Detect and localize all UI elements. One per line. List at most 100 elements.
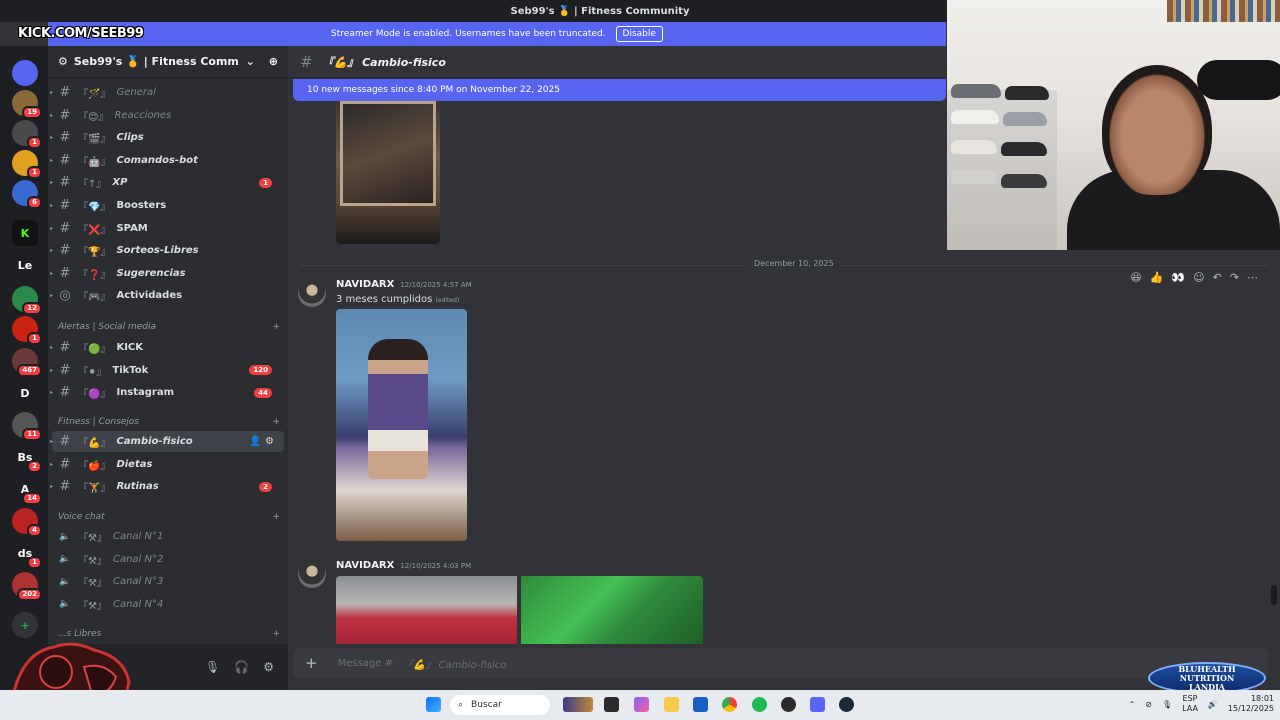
language-indicator[interactable]: ESP LAA — [1182, 694, 1198, 714]
channel-tiktok[interactable]: ▸ # 『⚫』 TikTok 120 — [50, 360, 284, 381]
spotify-icon[interactable] — [752, 697, 767, 712]
discord-home-icon[interactable] — [12, 60, 38, 86]
channel-label: Canal N°2 — [112, 553, 164, 565]
server-icon[interactable]: Bs 2 — [12, 444, 42, 473]
thumbs-up-icon[interactable]: 👍 — [1150, 271, 1164, 284]
microphone-tray-icon[interactable]: 🎙 — [1162, 700, 1172, 709]
file-explorer-icon[interactable] — [664, 697, 679, 712]
microphone-icon[interactable]: 🎙 — [205, 660, 220, 674]
channel-boosters[interactable]: ▸ # 『💎』 Boosters — [50, 195, 284, 216]
channel-settings-icon[interactable]: 👤 ⚙ — [249, 436, 274, 447]
channel-reacciones[interactable]: ▸ # 『😊』 Reacciones — [50, 105, 284, 126]
disable-button[interactable]: Disable — [615, 26, 663, 42]
channel-general[interactable]: ▸ # 『🪄』 General — [50, 82, 284, 103]
channel-actividades[interactable]: ▸ ◎ 『🎮』 Actividades — [50, 285, 284, 306]
server-icon[interactable]: 6 — [12, 180, 42, 209]
message-image-attachment[interactable] — [336, 576, 517, 644]
channel-label: Canal N°3 — [112, 576, 164, 588]
task-view-icon[interactable] — [604, 697, 619, 712]
eyes-icon[interactable]: 👀 — [1171, 271, 1185, 284]
server-icon[interactable]: 467 — [12, 348, 42, 377]
volume-icon[interactable]: 🔊 — [1208, 700, 1218, 709]
more-options-icon[interactable]: ⋯ — [1247, 271, 1258, 284]
channel-label: Boosters — [116, 200, 167, 211]
server-icon[interactable]: 11 — [12, 412, 42, 441]
expand-arrow-icon: ▸ — [50, 460, 54, 468]
server-icon[interactable]: 4 — [12, 508, 42, 537]
channel-comandos-bot[interactable]: ▸ # 『🤖』 Comandos-bot — [50, 150, 284, 171]
server-icon[interactable]: 19 — [12, 90, 42, 119]
chevron-up-icon[interactable]: ⌃ — [1129, 700, 1136, 709]
add-reaction-icon[interactable]: ☺ — [1193, 271, 1204, 284]
channel-category[interactable]: Fitness | Consejos + — [58, 417, 280, 427]
kick-server-icon[interactable]: K — [12, 220, 38, 246]
add-channel-icon[interactable]: + — [272, 417, 280, 427]
obs-icon[interactable] — [781, 697, 796, 712]
headphones-icon[interactable]: 🎧 — [234, 660, 249, 674]
channel-category[interactable]: Voice chat + — [58, 512, 280, 522]
channel-sugerencias[interactable]: ▸ # 『❓』 Sugerencias — [50, 263, 284, 284]
clock[interactable]: 18:01 15/12/2025 — [1228, 694, 1274, 714]
taskbar-widget-icon[interactable] — [563, 697, 593, 712]
voice-channel[interactable]: 🔈 『⚒』 Canal N°2 — [52, 549, 284, 570]
message-image-attachment[interactable] — [336, 101, 440, 244]
server-header[interactable]: ⚙ Seb99's 🥇 | Fitness Comm... ⌄ ⊕ — [48, 46, 288, 78]
channel-clips[interactable]: ▸ # 『🎬』 Clips — [50, 127, 284, 148]
avatar[interactable] — [298, 279, 326, 307]
add-channel-icon[interactable]: + — [272, 322, 280, 332]
voice-channel[interactable]: 🔈 『⚒』 Canal N°4 — [52, 594, 284, 615]
settings-gear-icon[interactable]: ⚙ — [263, 660, 274, 674]
discord-icon[interactable] — [810, 697, 825, 712]
system-tray: ⌃ ⊘ 🎙 ESP LAA 🔊 18:01 15/12/2025 — [1129, 694, 1274, 714]
avatar[interactable] — [298, 560, 326, 588]
server-icon[interactable]: A 14 — [12, 476, 42, 505]
chevron-down-icon[interactable]: ⌄ — [246, 55, 255, 68]
message-image-attachment[interactable] — [521, 576, 703, 644]
voice-channel[interactable]: 🔈 『⚒』 Canal N°1 — [52, 526, 284, 547]
channel-label: Instagram — [116, 387, 175, 399]
message-composer[interactable]: + Message # 『💪』 Cambio-fisico — [293, 648, 1268, 678]
copilot-icon[interactable] — [634, 697, 649, 712]
server-icon[interactable]: 12 — [12, 286, 42, 315]
message-image-attachment[interactable] — [336, 309, 467, 541]
server-icon[interactable]: D — [12, 380, 38, 406]
add-member-icon[interactable]: ⊕ — [269, 55, 278, 68]
server-icon[interactable]: ds 1 — [12, 540, 42, 569]
store-icon[interactable] — [693, 697, 708, 712]
new-messages-bar[interactable]: 10 new messages since 8:40 PM on Novembe… — [293, 79, 946, 101]
expand-arrow-icon: ▸ — [50, 438, 54, 445]
server-icon[interactable]: 1 — [12, 150, 42, 179]
server-icon[interactable]: 202 — [12, 572, 42, 601]
channel-label: Dietas — [116, 458, 153, 470]
add-channel-icon[interactable]: + — [272, 512, 280, 522]
channel-instagram[interactable]: ▸ # 『🟣』 Instagram 44 — [50, 382, 284, 403]
channel-xp[interactable]: ▸ # 『↑』 XP 1 — [50, 172, 284, 193]
voice-channel[interactable]: 🔈 『⚒』 Canal N°3 — [52, 571, 284, 592]
server-icon[interactable]: Le — [12, 252, 38, 278]
message-author[interactable]: NAVIDARX 12/10/2025 4:57 AM — [336, 279, 472, 290]
channel-sorteos-libres[interactable]: ▸ # 『🏆』 Sorteos-Libres — [50, 240, 284, 261]
network-icon[interactable]: ⊘ — [1145, 700, 1152, 709]
channel-category[interactable]: Alertas | Social media + — [58, 322, 280, 332]
message-author[interactable]: NAVIDARX 12/10/2025 4:03 PM — [336, 560, 471, 571]
add-channel-icon[interactable]: + — [272, 629, 280, 639]
scrollbar-thumb[interactable] — [1271, 585, 1277, 605]
emoji-reaction-icon[interactable]: 😆 — [1130, 271, 1141, 284]
windows-start-icon[interactable] — [426, 697, 441, 712]
channel-label: Sugerencias — [116, 267, 186, 279]
add-attachment-icon[interactable]: + — [305, 654, 318, 672]
taskbar-search[interactable]: ⌕ Buscar — [450, 695, 550, 715]
reply-icon[interactable]: ↶ — [1213, 271, 1222, 284]
server-icon[interactable]: 1 — [12, 120, 42, 149]
channel-dietas[interactable]: ▸ # 『🍎』 Dietas — [50, 454, 284, 475]
steam-icon[interactable] — [839, 697, 854, 712]
chrome-icon[interactable] — [722, 697, 737, 712]
channel-kick[interactable]: ▸ # 『🟢』 KICK — [50, 337, 284, 358]
channel-cambio-fisico[interactable]: ▸ # 『💪』 Cambio-fisico 👤 ⚙ — [50, 431, 284, 452]
forward-icon[interactable]: ↷ — [1230, 271, 1239, 284]
channel-rutinas[interactable]: ▸ # 『🏋』 Rutinas 2 — [50, 476, 284, 497]
channel-label: Clips — [116, 132, 144, 144]
channel-spam[interactable]: ▸ # 『❌』 SPAM — [50, 218, 284, 239]
expand-arrow-icon: ▸ — [50, 179, 54, 187]
server-icon[interactable]: 1 — [12, 316, 42, 345]
